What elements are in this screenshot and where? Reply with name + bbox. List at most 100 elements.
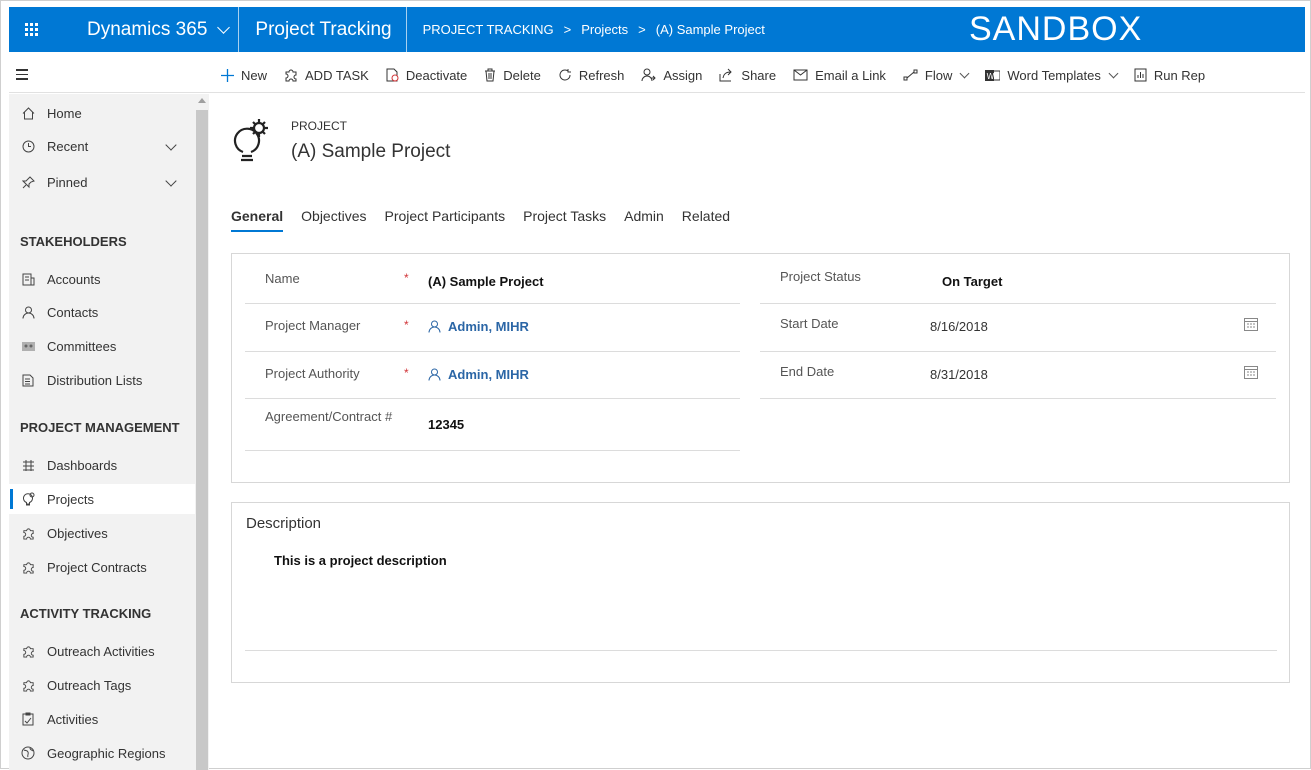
person-icon xyxy=(9,306,47,319)
sidebar-item-outreach-activities[interactable]: Outreach Activities xyxy=(9,636,195,666)
start-date-label: Start Date xyxy=(780,316,839,331)
refresh-icon xyxy=(558,68,572,82)
divider xyxy=(245,650,1277,651)
app-frame: Dynamics 365 Project Tracking PROJECT TR… xyxy=(0,0,1311,770)
app-launcher-button[interactable] xyxy=(9,7,53,52)
tab-project-tasks[interactable]: Project Tasks xyxy=(523,208,606,232)
email-link-button[interactable]: Email a Link xyxy=(793,68,886,83)
tab-project-participants[interactable]: Project Participants xyxy=(385,208,506,232)
flow-icon xyxy=(903,69,918,81)
sidebar-item-activities[interactable]: Activities xyxy=(9,704,195,734)
sidebar-item-label: Dashboards xyxy=(47,457,118,473)
breadcrumb-separator: > xyxy=(563,22,572,37)
sidebar-item-pinned[interactable]: Pinned xyxy=(9,167,195,197)
sidebar-item-label: Home xyxy=(47,105,82,121)
module-name[interactable]: Project Tracking xyxy=(239,7,405,52)
divider xyxy=(245,398,740,399)
project-status-field[interactable]: On Target xyxy=(942,274,1002,289)
sidebar-item-contacts[interactable]: Contacts xyxy=(9,297,195,327)
scrollbar-thumb[interactable] xyxy=(196,110,208,770)
sidebar-item-label: Contacts xyxy=(47,304,99,320)
sidebar-item-objectives[interactable]: Objectives xyxy=(9,518,195,548)
calendar-icon[interactable] xyxy=(1244,317,1258,334)
app-switcher[interactable]: Dynamics 365 xyxy=(53,7,238,52)
plus-icon xyxy=(221,68,234,82)
project-authority-value[interactable]: Admin, MIHR xyxy=(448,367,529,382)
tab-objectives[interactable]: Objectives xyxy=(301,208,366,232)
sidebar-item-geographic-regions[interactable]: Geographic Regions xyxy=(9,738,195,768)
hamburger-menu-icon[interactable] xyxy=(9,69,39,80)
sidebar-item-label: Pinned xyxy=(47,174,88,190)
top-bar: Dynamics 365 Project Tracking PROJECT TR… xyxy=(9,7,1305,52)
project-authority-lookup[interactable]: Admin, MIHR xyxy=(428,367,529,382)
pin-icon xyxy=(9,175,47,189)
sidebar-group-heading: STAKEHOLDERS xyxy=(20,234,127,249)
sidebar-scrollbar[interactable] xyxy=(195,94,209,770)
sidebar-item-label: Projects xyxy=(47,491,94,507)
new-button[interactable]: New xyxy=(221,68,267,83)
deactivate-button[interactable]: Deactivate xyxy=(386,68,467,83)
share-button[interactable]: Share xyxy=(719,68,776,83)
chevron-down-icon[interactable] xyxy=(165,175,177,187)
calendar-icon[interactable] xyxy=(1244,365,1258,382)
report-icon xyxy=(1134,68,1147,82)
add-task-button[interactable]: ADD TASK xyxy=(284,68,369,83)
sidebar-item-dashboards[interactable]: Dashboards xyxy=(9,450,195,480)
description-field[interactable]: This is a project description xyxy=(274,553,447,568)
assign-icon xyxy=(641,68,657,82)
word-icon: W xyxy=(985,69,1001,82)
app-name: Dynamics 365 xyxy=(87,18,208,40)
committees-icon xyxy=(9,341,47,352)
scroll-up-arrow-icon[interactable] xyxy=(198,98,206,103)
start-date-field[interactable]: 8/16/2018 xyxy=(930,319,988,334)
person-icon xyxy=(428,320,441,333)
sitemap-sidebar: Home Recent Pinned STAKEHOLDERS Accounts… xyxy=(9,94,209,770)
sidebar-item-projects[interactable]: Projects xyxy=(9,484,195,514)
sidebar-item-committees[interactable]: Committees xyxy=(9,331,195,361)
flow-button[interactable]: Flow xyxy=(903,67,970,83)
sidebar-item-label: Distribution Lists xyxy=(47,372,143,388)
project-manager-value[interactable]: Admin, MIHR xyxy=(448,319,529,334)
sidebar-item-accounts[interactable]: Accounts xyxy=(9,264,195,294)
delete-button[interactable]: Delete xyxy=(484,68,541,83)
waffle-icon xyxy=(24,23,38,36)
puzzle-icon xyxy=(284,68,298,82)
tab-general[interactable]: General xyxy=(231,208,284,232)
project-manager-label: Project Manager xyxy=(265,318,361,333)
word-templates-label: Word Templates xyxy=(1007,67,1101,83)
sidebar-item-distribution-lists[interactable]: Distribution Lists xyxy=(9,365,195,395)
required-indicator: * xyxy=(404,366,409,380)
flow-label: Flow xyxy=(924,67,953,83)
chevron-down-icon[interactable] xyxy=(165,139,177,151)
assign-button[interactable]: Assign xyxy=(641,68,702,83)
sidebar-item-outreach-tags[interactable]: Outreach Tags xyxy=(9,670,195,700)
run-report-button[interactable]: Run Rep xyxy=(1134,68,1205,83)
tab-related[interactable]: Related xyxy=(682,208,730,232)
agreement-contract-field[interactable]: 12345 xyxy=(428,417,464,432)
breadcrumb-item[interactable]: Projects xyxy=(581,22,628,37)
refresh-button[interactable]: Refresh xyxy=(558,68,624,83)
end-date-field[interactable]: 8/31/2018 xyxy=(930,367,988,382)
assign-label: Assign xyxy=(663,67,703,83)
sidebar-item-recent[interactable]: Recent xyxy=(9,131,195,161)
general-section: Name * (A) Sample Project Project Manage… xyxy=(231,253,1290,483)
delete-label: Delete xyxy=(503,67,541,83)
tab-admin[interactable]: Admin xyxy=(624,208,664,232)
deactivate-label: Deactivate xyxy=(405,67,468,83)
description-title: Description xyxy=(246,515,322,532)
sidebar-item-project-contracts[interactable]: Project Contracts xyxy=(9,552,195,582)
sidebar-item-home[interactable]: Home xyxy=(9,98,195,128)
puzzle-icon xyxy=(9,679,47,692)
new-button-label: New xyxy=(241,67,268,83)
sidebar-item-label: Objectives xyxy=(47,525,108,541)
environment-label: SANDBOX xyxy=(969,10,1143,48)
project-manager-lookup[interactable]: Admin, MIHR xyxy=(428,319,529,334)
email-link-label: Email a Link xyxy=(815,67,886,83)
sidebar-item-label: Outreach Tags xyxy=(47,677,132,693)
word-templates-button[interactable]: W Word Templates xyxy=(985,67,1119,83)
divider xyxy=(245,303,740,304)
chevron-down-icon xyxy=(959,68,970,78)
globe-icon xyxy=(9,746,47,760)
breadcrumb-item[interactable]: PROJECT TRACKING xyxy=(423,22,554,37)
name-field[interactable]: (A) Sample Project xyxy=(428,274,544,289)
